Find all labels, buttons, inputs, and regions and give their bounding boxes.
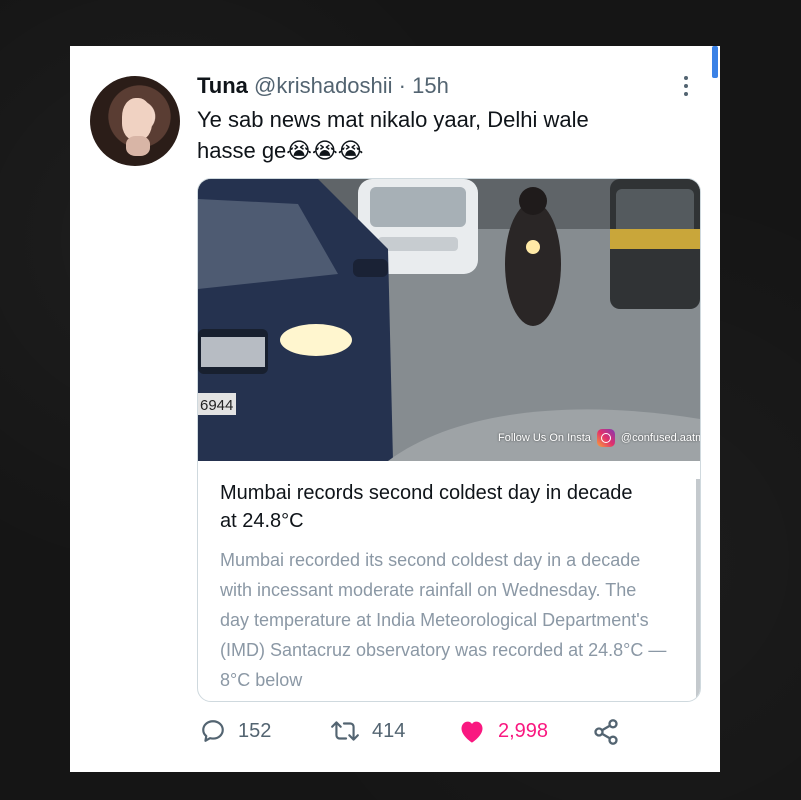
rainy-street-illustration: 6944 [198, 179, 700, 461]
watermark-text: Follow Us On Insta [498, 432, 591, 444]
more-icon[interactable] [676, 72, 696, 100]
news-photo[interactable]: 6944 Follow Us On Insta @confused.aatma [198, 179, 700, 461]
plate-text: 6944 [200, 397, 233, 414]
card-scrollbar[interactable] [696, 479, 700, 701]
reply-icon [202, 720, 224, 742]
news-headline[interactable]: Mumbai records second coldest day in dec… [220, 479, 640, 535]
news-description: Mumbai recorded its second coldest day i… [220, 550, 667, 690]
watermark-handle: @confused.aatma [620, 432, 700, 444]
avatar-hand [126, 136, 150, 156]
avatar[interactable] [90, 76, 180, 166]
tweet-card: Tuna @krishadoshii · 15h Ye sab news mat… [70, 46, 720, 772]
tweet-text: Ye sab news mat nikalo yaar, Delhi wale … [197, 104, 667, 166]
heart-icon [461, 721, 483, 743]
tweet-actions: 152 414 2,998 [200, 718, 700, 748]
link-card[interactable]: 6944 Follow Us On Insta @confused.aatma … [197, 178, 701, 702]
share-button[interactable] [592, 718, 620, 746]
retweet-count: 414 [372, 719, 406, 742]
retweet-icon [331, 721, 359, 741]
retweet-button[interactable]: 414 [330, 718, 405, 744]
like-count: 2,998 [498, 719, 549, 742]
scrollbar[interactable] [712, 46, 718, 78]
separator-dot: · [398, 73, 406, 98]
reply-count: 152 [238, 719, 272, 742]
tweet-text-line: Ye sab news mat nikalo yaar, Delhi wale [197, 107, 589, 132]
share-icon [594, 719, 618, 745]
tweet-header: Tuna @krishadoshii · 15h [197, 73, 449, 99]
like-button[interactable]: 2,998 [458, 718, 548, 744]
instagram-icon [596, 429, 615, 447]
reply-button[interactable]: 152 [200, 718, 271, 744]
tweet-time[interactable]: 15h [412, 73, 449, 98]
user-handle[interactable]: @krishadoshii [254, 73, 393, 98]
instagram-watermark: Follow Us On Insta @confused.aatma [498, 429, 700, 447]
display-name[interactable]: Tuna [197, 73, 248, 98]
tweet-text-line: hasse ge😭😭😭 [197, 138, 364, 163]
avatar-face [122, 98, 152, 140]
